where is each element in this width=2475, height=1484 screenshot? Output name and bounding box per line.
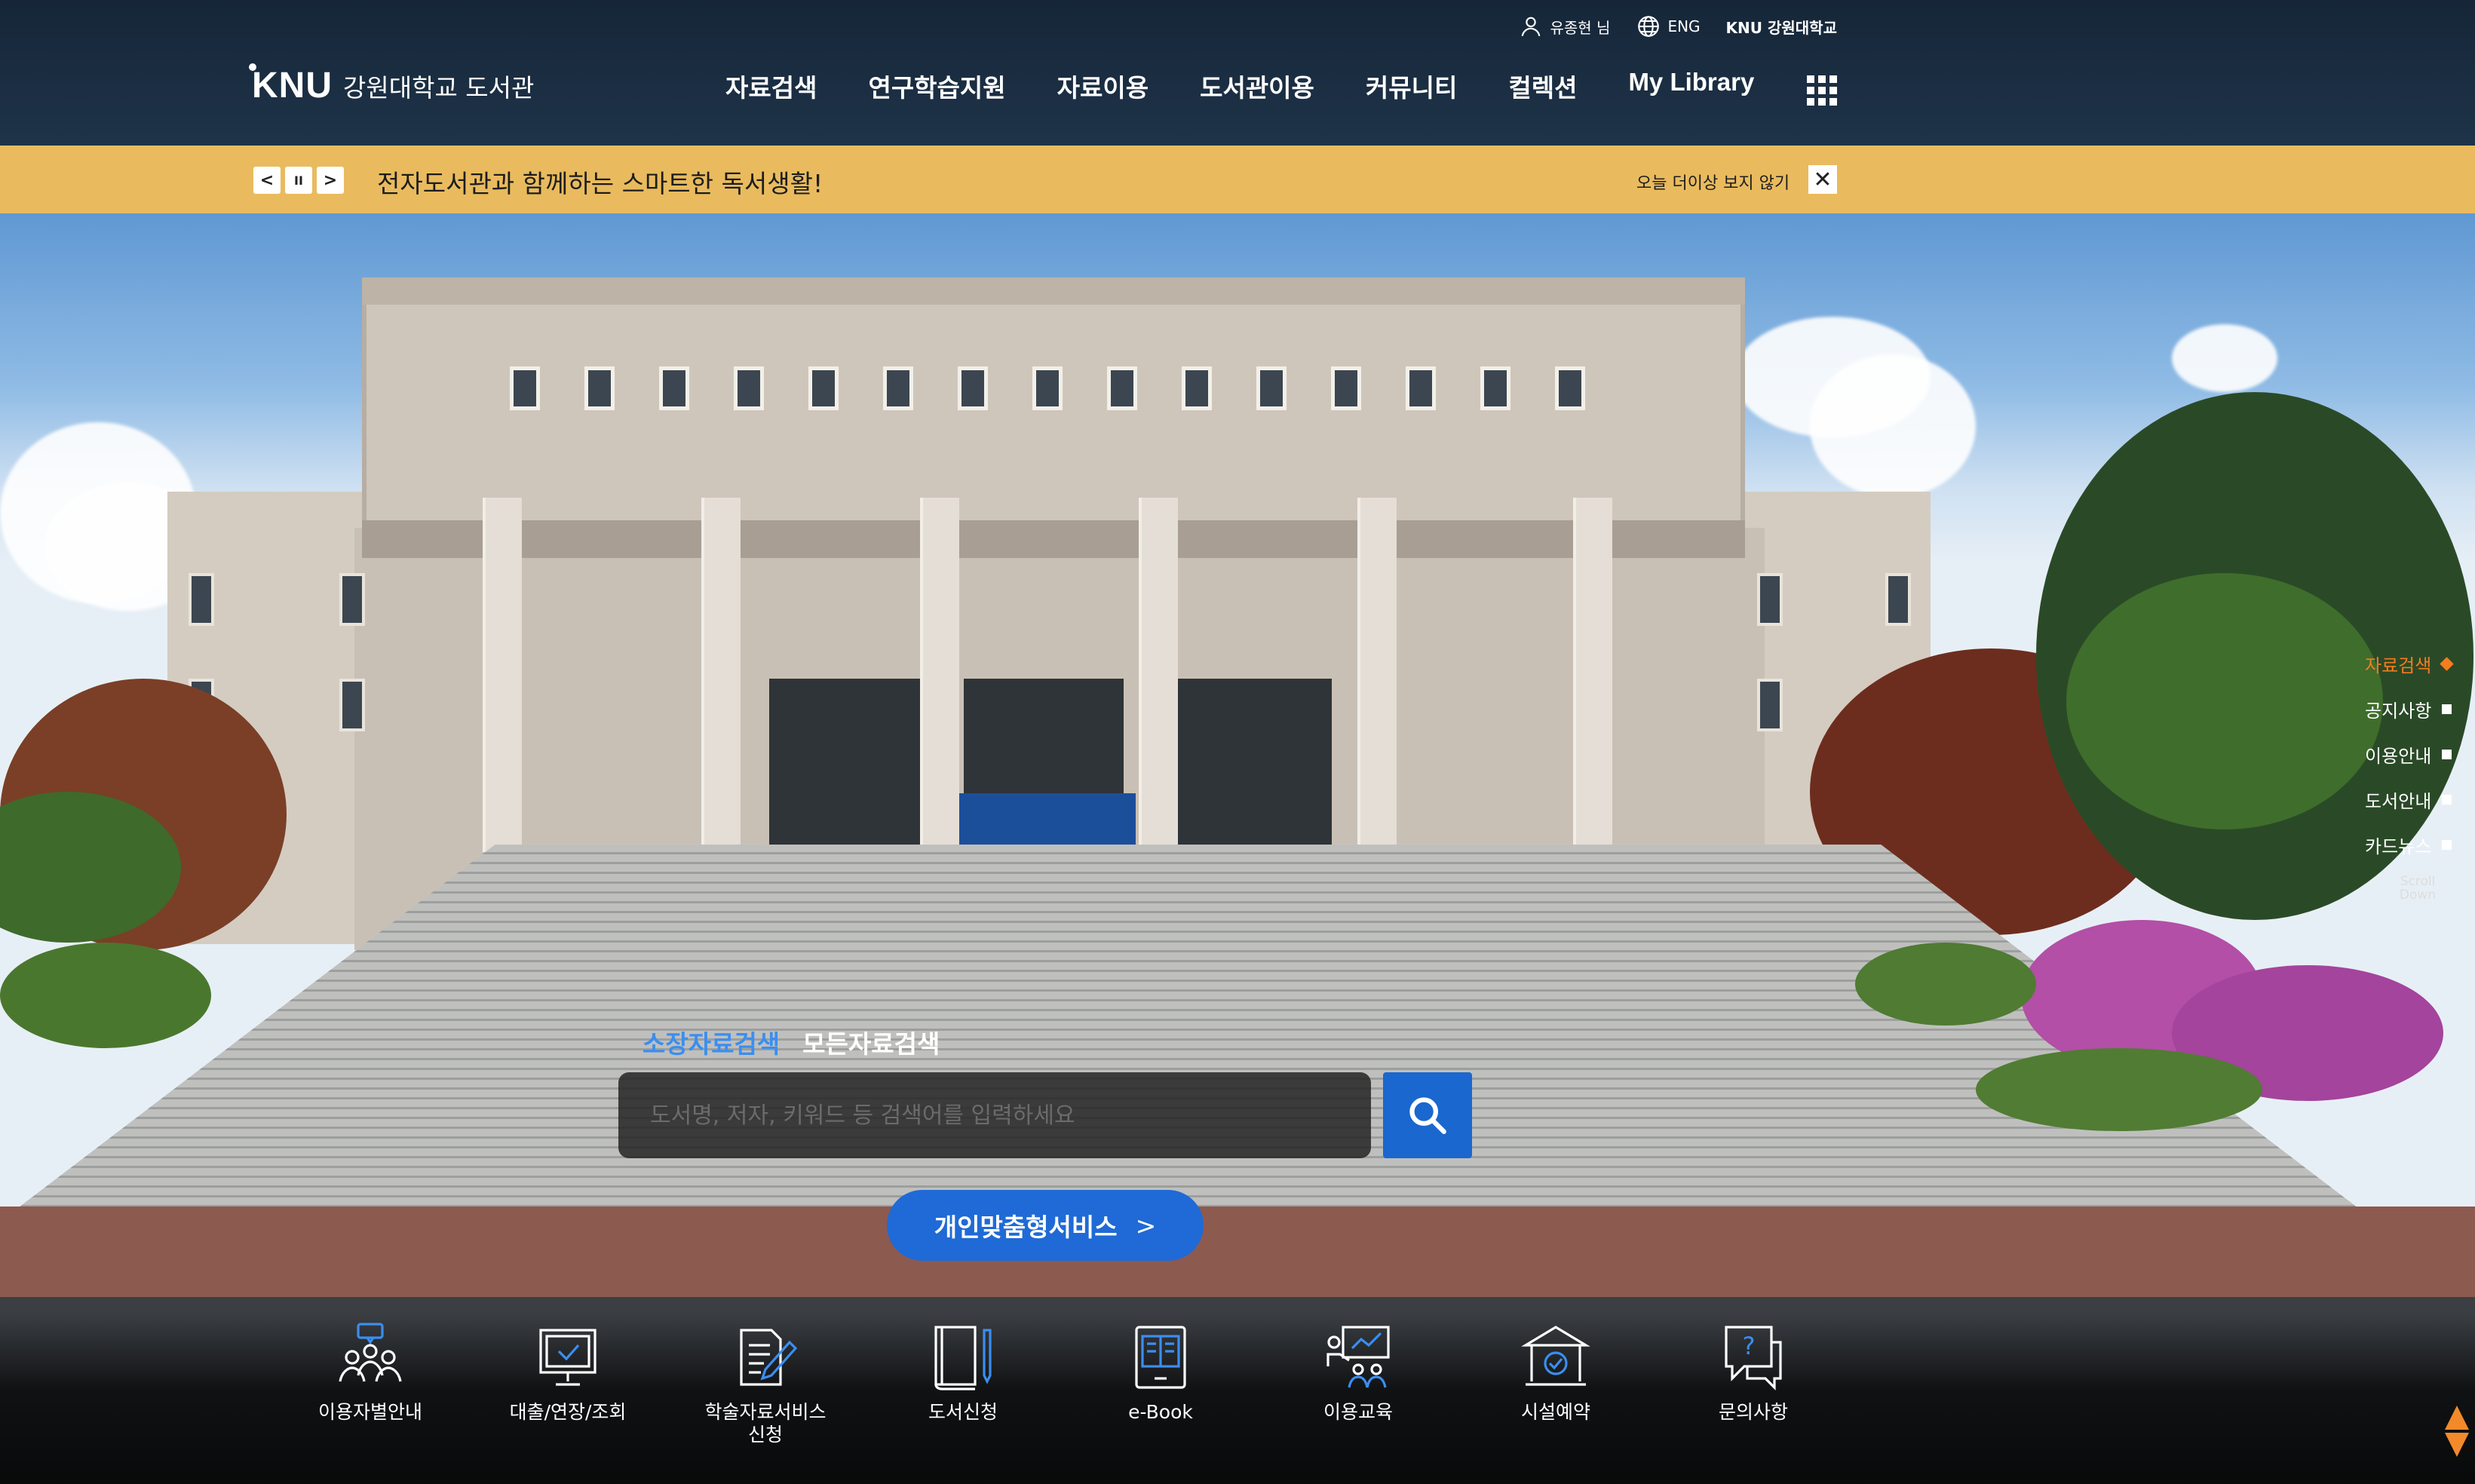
utility-bar: 유종현 님 ENG KNU 강원대학교 (1518, 14, 1837, 39)
user-name: 유종현 님 (1550, 18, 1611, 37)
presentation-icon (1326, 1326, 1390, 1388)
quick-item-label: 이용자별안내 (317, 1401, 422, 1423)
quick-item-label: 시설예약 (1520, 1401, 1590, 1423)
quick-item-academic[interactable]: 학술자료서비스 신청 (667, 1321, 864, 1446)
notice-pause-button[interactable]: II (285, 167, 312, 194)
search-button[interactable] (1383, 1072, 1472, 1158)
side-item-books[interactable]: 도서안내 (2365, 777, 2475, 822)
search-input[interactable] (649, 1101, 1341, 1130)
quick-item-education[interactable]: 이용교육 (1259, 1321, 1457, 1446)
user-link[interactable]: 유종현 님 (1518, 14, 1610, 39)
square-icon (2442, 794, 2452, 805)
close-icon[interactable]: ✕ (1808, 165, 1837, 194)
quick-item-user-guide[interactable]: 이용자별안내 (271, 1321, 469, 1446)
quick-item-label: 도서신청 (928, 1401, 998, 1423)
side-item-search[interactable]: 자료검색 (2365, 641, 2475, 686)
tab-all-search[interactable]: 모든자료검색 (802, 1024, 940, 1060)
nav-community[interactable]: 커뮤니티 (1366, 68, 1457, 104)
quick-menu: 이용자별안내 대출/연장/조회 학술자료서비스 신청 도서신청 e-Book 이… (271, 1321, 1852, 1446)
language-label: ENG (1667, 17, 1701, 35)
square-icon (2442, 749, 2452, 759)
quick-item-book-request[interactable]: 도서신청 (864, 1321, 1062, 1446)
notice-bar: < II > 전자도서관과 함께하는 스마트한 독서생활! 오늘 더이상 보지 … (0, 146, 2475, 213)
language-link[interactable]: ENG (1636, 14, 1701, 39)
notice-next-button[interactable]: > (317, 167, 344, 194)
side-item-cardnews[interactable]: 카드뉴스 (2365, 822, 2475, 867)
tab-holdings-search[interactable]: 소장자료검색 (643, 1024, 780, 1060)
question-bubble-icon: ? (1725, 1326, 1782, 1390)
user-icon (1522, 17, 1541, 37)
quick-item-facility[interactable]: 시설예약 (1457, 1321, 1655, 1446)
scroll-top-icon[interactable] (2443, 1404, 2470, 1458)
building-check-icon (1521, 1326, 1590, 1386)
book-pen-icon (934, 1326, 992, 1390)
university-logo: KNU 강원대학교 (1725, 18, 1837, 37)
university-link[interactable]: KNU 강원대학교 (1726, 16, 1837, 38)
search-field-wrapper (618, 1072, 1371, 1158)
nav-search[interactable]: 자료검색 (725, 68, 817, 104)
side-item-label: 도서안내 (2365, 790, 2432, 812)
side-item-label: 이용안내 (2365, 745, 2432, 767)
side-item-label: 카드뉴스 (2365, 836, 2432, 857)
nav-my-library[interactable]: My Library (1628, 68, 1754, 104)
site-header: 유종현 님 ENG KNU 강원대학교 KNU 강원대학교 도서관 자료검색 연… (0, 0, 2475, 146)
logo-mark: KNU (249, 63, 333, 106)
quick-item-loan[interactable]: 대출/연장/조회 (469, 1321, 667, 1446)
side-item-notice[interactable]: 공지사항 (2365, 686, 2475, 731)
svg-text:?: ? (1743, 1332, 1756, 1360)
grid-menu-icon[interactable] (1807, 75, 1837, 106)
quick-item-label: 문의사항 (1718, 1401, 1788, 1423)
side-item-guide[interactable]: 이용안내 (2365, 731, 2475, 777)
scroll-down-indicator[interactable]: Scroll Down (2388, 875, 2448, 902)
side-item-label: 자료검색 (2365, 655, 2432, 676)
monitor-check-icon (539, 1329, 597, 1386)
globe-icon (1638, 16, 1660, 37)
square-icon (2442, 839, 2452, 850)
notice-text[interactable]: 전자도서관과 함께하는 스마트한 독서생활! (377, 164, 823, 200)
hide-today-link[interactable]: 오늘 더이상 보지 않기 (1636, 170, 1790, 194)
quick-item-ebook[interactable]: e-Book (1062, 1321, 1259, 1446)
nav-collection[interactable]: 컬렉션 (1508, 68, 1577, 104)
side-item-label: 공지사항 (2365, 700, 2432, 722)
ebook-icon (1135, 1326, 1186, 1389)
chevron-right-icon: > (1135, 1210, 1157, 1240)
search-tabs: 소장자료검색 모든자료검색 (643, 1024, 940, 1060)
main-nav: 자료검색 연구학습지원 자료이용 도서관이용 커뮤니티 컬렉션 My Libra… (725, 68, 1754, 104)
square-icon (2442, 704, 2452, 714)
quick-item-label: 학술자료서비스 신청 (704, 1401, 827, 1446)
custom-service-label: 개인맞춤형서비스 (934, 1213, 1118, 1242)
quick-item-inquiry[interactable]: ? 문의사항 (1655, 1321, 1852, 1446)
quick-item-label: 대출/연장/조회 (509, 1401, 627, 1423)
nav-materials[interactable]: 자료이용 (1057, 68, 1149, 104)
search-icon (1409, 1097, 1446, 1134)
hero-background (0, 0, 2475, 1484)
logo-text: 강원대학교 도서관 (343, 72, 535, 103)
diamond-icon (2440, 656, 2455, 671)
quick-item-label: 이용교육 (1323, 1401, 1393, 1423)
library-logo[interactable]: KNU 강원대학교 도서관 (249, 63, 535, 106)
notice-prev-button[interactable]: < (253, 167, 281, 194)
nav-library-use[interactable]: 도서관이용 (1200, 68, 1314, 104)
document-pen-icon (740, 1329, 798, 1386)
side-quick-nav: 자료검색 공지사항 이용안내 도서안내 카드뉴스 (2365, 641, 2475, 867)
nav-research[interactable]: 연구학습지원 (868, 68, 1005, 104)
users-guide-icon (339, 1323, 402, 1382)
quick-item-label: e-Book (1128, 1401, 1193, 1423)
custom-service-button[interactable]: 개인맞춤형서비스 > (887, 1190, 1204, 1261)
